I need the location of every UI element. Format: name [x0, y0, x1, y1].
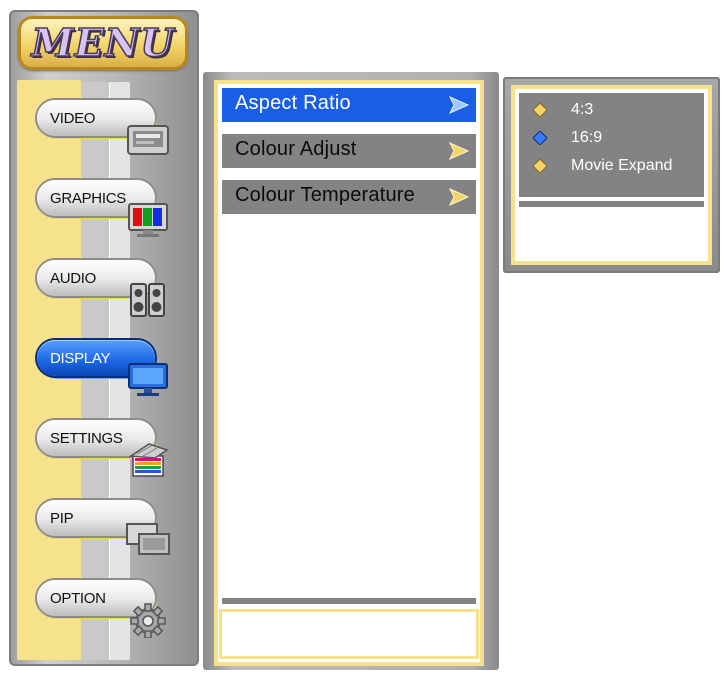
display-icon — [128, 363, 168, 396]
diamond-selected-icon — [533, 131, 547, 145]
submenu-item-colour-adjust[interactable]: Colour Adjust — [222, 134, 476, 168]
submenu-item-label: Aspect Ratio — [235, 92, 351, 114]
option-item-movie-expand[interactable]: Movie Expand — [519, 153, 704, 179]
option-label: 4:3 — [571, 101, 594, 118]
submenu-item-colour-temperature[interactable]: Colour Temperature — [222, 180, 476, 214]
menu-item-audio[interactable]: AUDIO — [37, 242, 187, 317]
display-submenu-panel: Aspect Ratio Colour Adjust Colour Temper… — [203, 72, 499, 670]
diamond-icon — [533, 103, 547, 117]
menu-item-pip[interactable]: PIP — [37, 482, 187, 555]
options-list-container: 4:3 16:9 Movie Expand — [515, 89, 708, 261]
main-menu-panel: MENU VIDEO GRAPHICS AUDIO DISPLAY SETTIN… — [9, 10, 199, 666]
menu-item-label: SETTINGS — [50, 430, 123, 447]
menu-item-label: DISPLAY — [50, 350, 111, 367]
menu-item-label: OPTION — [50, 590, 106, 607]
submenu-item-label: Colour Temperature — [235, 184, 415, 206]
arrow-right-icon — [448, 141, 470, 161]
option-label: 16:9 — [571, 129, 603, 146]
menu-item-label: AUDIO — [50, 270, 97, 287]
option-item-4-3[interactable]: 4:3 — [519, 97, 704, 123]
video-icon — [127, 125, 169, 155]
graphics-icon — [128, 203, 168, 237]
menu-title: MENU — [31, 19, 175, 66]
menu-item-graphics[interactable]: GRAPHICS — [37, 162, 187, 237]
menu-title-badge: MENU — [18, 16, 188, 70]
menu-item-label: PIP — [50, 510, 74, 527]
menu-item-settings[interactable]: SETTINGS — [37, 402, 187, 477]
menu-item-video[interactable]: VIDEO — [37, 82, 187, 155]
submenu-item-label: Colour Adjust — [235, 138, 357, 160]
menu-item-label: GRAPHICS — [50, 190, 126, 207]
submenu-list: Aspect Ratio Colour Adjust Colour Temper… — [218, 84, 480, 662]
settings-icon — [128, 443, 169, 477]
submenu-item-aspect-ratio[interactable]: Aspect Ratio — [222, 88, 476, 122]
pip-icon — [126, 523, 170, 555]
aspect-ratio-options-panel: 4:3 16:9 Movie Expand — [503, 77, 720, 273]
menu-item-label: VIDEO — [50, 110, 96, 127]
diamond-icon — [533, 159, 547, 173]
menu-item-option[interactable]: OPTION — [37, 562, 187, 638]
option-item-16-9[interactable]: 16:9 — [519, 125, 704, 151]
option-label: Movie Expand — [571, 157, 673, 174]
options-list: 4:3 16:9 Movie Expand — [519, 93, 704, 197]
arrow-right-icon — [448, 187, 470, 207]
options-divider — [519, 201, 704, 207]
arrow-right-icon — [448, 95, 470, 115]
submenu-footer — [222, 612, 476, 656]
menu-item-display[interactable]: DISPLAY — [37, 322, 187, 396]
submenu-divider — [222, 598, 476, 604]
speaker-icon — [130, 283, 165, 317]
gear-icon — [130, 603, 166, 638]
